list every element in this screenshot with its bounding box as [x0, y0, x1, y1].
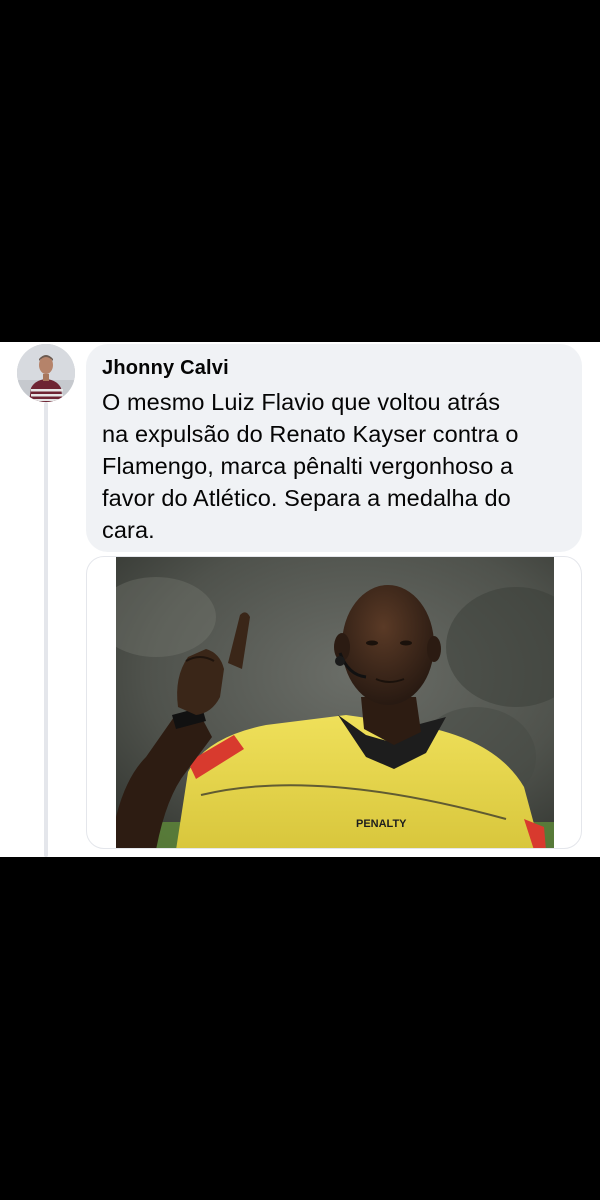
avatar[interactable] [17, 344, 75, 402]
bottom-letterbox [0, 857, 600, 1200]
avatar-image [17, 344, 75, 402]
thread-line [44, 402, 48, 857]
top-letterbox [0, 0, 600, 342]
comment-panel: Jhonny Calvi O mesmo Luiz Flavio que vol… [0, 342, 600, 857]
comment-text: O mesmo Luiz Flavio que voltou atrás na … [102, 389, 519, 543]
jersey-brand-text: PENALTY [356, 818, 407, 830]
referee-photo[interactable]: PENALTY [116, 557, 554, 849]
comment-author[interactable]: Jhonny Calvi [102, 355, 566, 381]
photo-attachment[interactable]: PENALTY [86, 556, 582, 849]
comment-bubble[interactable]: Jhonny Calvi O mesmo Luiz Flavio que vol… [86, 344, 582, 552]
